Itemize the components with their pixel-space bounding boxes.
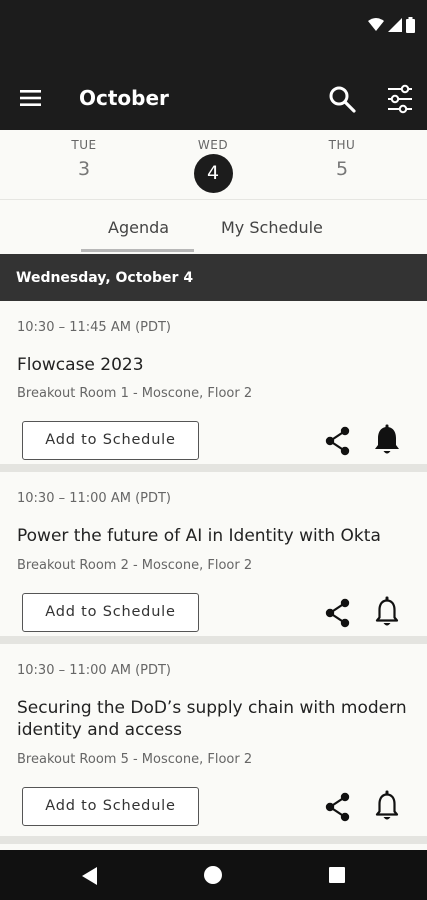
date-strip: TUE 3 WED 4 THU 5 bbox=[0, 130, 427, 200]
date-dow: THU bbox=[328, 138, 356, 152]
back-icon[interactable] bbox=[80, 866, 98, 886]
session-time: 10:30 – 11:00 AM (PDT) bbox=[17, 491, 172, 506]
tabs: Agenda My Schedule bbox=[0, 200, 427, 252]
home-icon[interactable] bbox=[204, 866, 222, 884]
separator bbox=[0, 636, 427, 644]
menu-icon[interactable] bbox=[19, 88, 43, 108]
session-title[interactable]: Flowcase 2023 bbox=[17, 354, 412, 376]
wifi-icon bbox=[368, 18, 384, 31]
tab-agenda[interactable]: Agenda bbox=[108, 218, 169, 237]
separator bbox=[0, 836, 427, 844]
add-to-schedule-button[interactable]: Add to Schedule bbox=[22, 421, 199, 460]
date-num: 5 bbox=[335, 158, 349, 180]
date-thu[interactable]: THU 5 bbox=[302, 138, 382, 180]
tab-indicator bbox=[81, 249, 194, 252]
status-icons bbox=[368, 17, 415, 33]
recents-icon[interactable] bbox=[329, 867, 345, 883]
session-time: 10:30 – 11:00 AM (PDT) bbox=[17, 663, 172, 678]
session-room: Breakout Room 2 - Moscone, Floor 2 bbox=[17, 558, 253, 573]
app-bar: October bbox=[0, 52, 427, 130]
session-room: Breakout Room 1 - Moscone, Floor 2 bbox=[17, 386, 253, 401]
tab-my-schedule[interactable]: My Schedule bbox=[221, 218, 323, 237]
session-room: Breakout Room 5 - Moscone, Floor 2 bbox=[17, 752, 253, 767]
status-bar bbox=[0, 0, 427, 52]
content: TUE 3 WED 4 THU 5 Agenda My Schedule Wed… bbox=[0, 130, 427, 850]
session-card: 10:30 – 11:45 AM (PDT) Flowcase 2023 Bre… bbox=[0, 301, 427, 464]
add-to-schedule-button[interactable]: Add to Schedule bbox=[22, 787, 199, 826]
share-icon[interactable] bbox=[324, 598, 352, 628]
date-num: 3 bbox=[77, 158, 91, 180]
date-num-selected: 4 bbox=[193, 154, 233, 193]
page-title: October bbox=[79, 86, 169, 110]
session-time: 10:30 – 11:45 AM (PDT) bbox=[17, 320, 172, 335]
date-wed[interactable]: WED 4 bbox=[173, 138, 253, 193]
session-title[interactable]: Power the future of AI in Identity with … bbox=[17, 525, 412, 547]
bell-outline-icon[interactable] bbox=[372, 790, 402, 822]
system-nav-bar bbox=[0, 850, 427, 900]
day-header: Wednesday, October 4 bbox=[0, 254, 427, 301]
add-to-schedule-button[interactable]: Add to Schedule bbox=[22, 593, 199, 632]
date-dow: WED bbox=[197, 138, 229, 152]
session-card: 10:30 – 11:00 AM (PDT) Securing the DoD’… bbox=[0, 644, 427, 836]
search-icon[interactable] bbox=[328, 85, 356, 113]
bell-outline-icon[interactable] bbox=[372, 596, 402, 628]
session-title[interactable]: Securing the DoD’s supply chain with mod… bbox=[17, 697, 412, 741]
cell-signal-icon bbox=[388, 18, 402, 32]
separator bbox=[0, 464, 427, 472]
share-icon[interactable] bbox=[324, 426, 352, 456]
filter-icon[interactable] bbox=[386, 84, 414, 114]
share-icon[interactable] bbox=[324, 792, 352, 822]
session-card: 10:30 – 11:00 AM (PDT) Power the future … bbox=[0, 472, 427, 636]
date-dow: TUE bbox=[71, 138, 97, 152]
date-tue[interactable]: TUE 3 bbox=[44, 138, 124, 180]
battery-icon bbox=[406, 17, 415, 33]
bell-filled-icon[interactable] bbox=[372, 424, 402, 456]
